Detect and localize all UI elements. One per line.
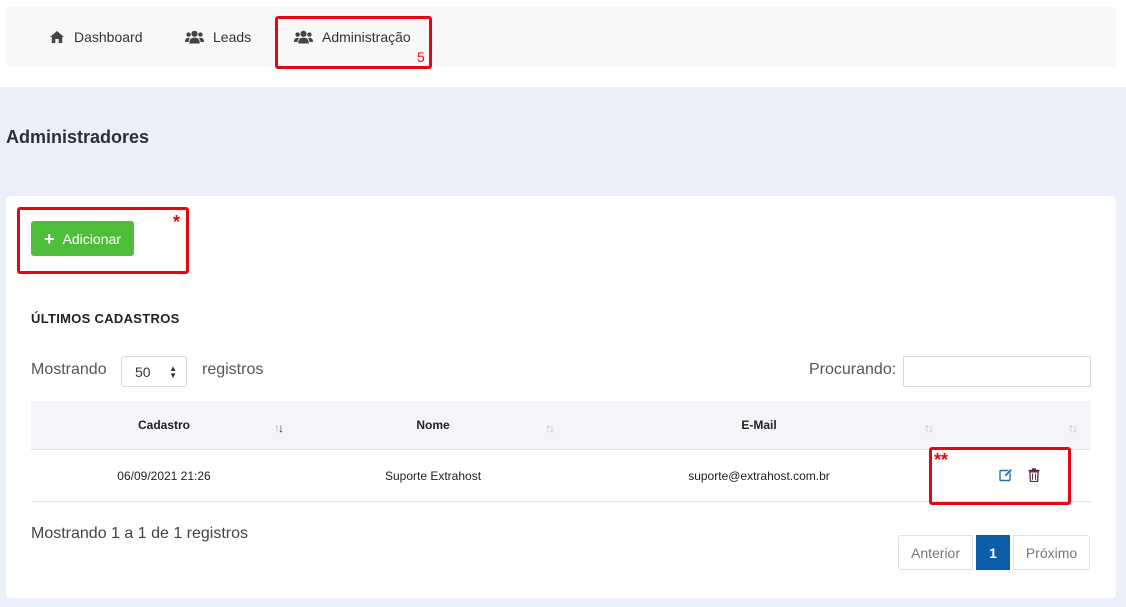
length-suffix-label: registros [202, 361, 264, 378]
annotation-marker-nav: 5 [417, 49, 425, 65]
sort-icon[interactable]: ↑↓ [1068, 421, 1078, 435]
page-length-select[interactable]: 50 ▲ ▼ [121, 356, 187, 387]
nav-dashboard-label: Dashboard [74, 29, 143, 45]
annotation-marker-actions: ** [934, 450, 949, 470]
section-title: ÚLTIMOS CADASTROS [31, 311, 180, 326]
cell-cadastro: 06/09/2021 21:26 [117, 469, 211, 483]
cell-email: suporte@extrahost.com.br [688, 469, 830, 483]
pagination-previous[interactable]: Anterior [898, 535, 973, 570]
annotation-box-add [17, 207, 189, 274]
nav-leads[interactable]: Leads [185, 7, 251, 67]
sort-icon[interactable]: ↑↓ [274, 421, 284, 435]
column-header-email[interactable]: E-Mail [741, 418, 776, 432]
table-header: Cadastro ↑↓ Nome ↑↓ E-Mail ↑↓ ↑↓ [31, 401, 1091, 450]
pagination-page-1[interactable]: 1 [976, 535, 1010, 570]
select-caret-icon: ▲ ▼ [169, 364, 177, 380]
sort-icon[interactable]: ↑↓ [545, 421, 555, 435]
search-input[interactable] [903, 356, 1091, 387]
search-label: Procurando: [809, 361, 897, 378]
nav-leads-label: Leads [213, 29, 252, 45]
page-length-value: 50 [135, 363, 151, 380]
annotation-box-nav [275, 16, 432, 69]
top-navbar: Dashboard Leads Administração [6, 7, 1116, 67]
column-header-cadastro[interactable]: Cadastro [138, 418, 190, 432]
pagination-next[interactable]: Próximo [1013, 535, 1090, 570]
sort-icon[interactable]: ↑↓ [924, 421, 934, 435]
header: Dashboard Leads Administração [0, 0, 1126, 87]
cell-nome: Suporte Extrahost [384, 469, 482, 483]
users-icon [185, 30, 204, 44]
column-header-nome[interactable]: Nome [416, 418, 449, 432]
annotation-marker-add: * [173, 212, 181, 232]
table-info: Mostrando 1 a 1 de 1 registros [31, 525, 249, 542]
page-title: Administradores [6, 127, 150, 147]
home-icon [50, 31, 64, 43]
nav-dashboard[interactable]: Dashboard [49, 7, 143, 67]
length-prefix-label: Mostrando [31, 361, 107, 378]
annotation-box-actions [929, 447, 1071, 505]
